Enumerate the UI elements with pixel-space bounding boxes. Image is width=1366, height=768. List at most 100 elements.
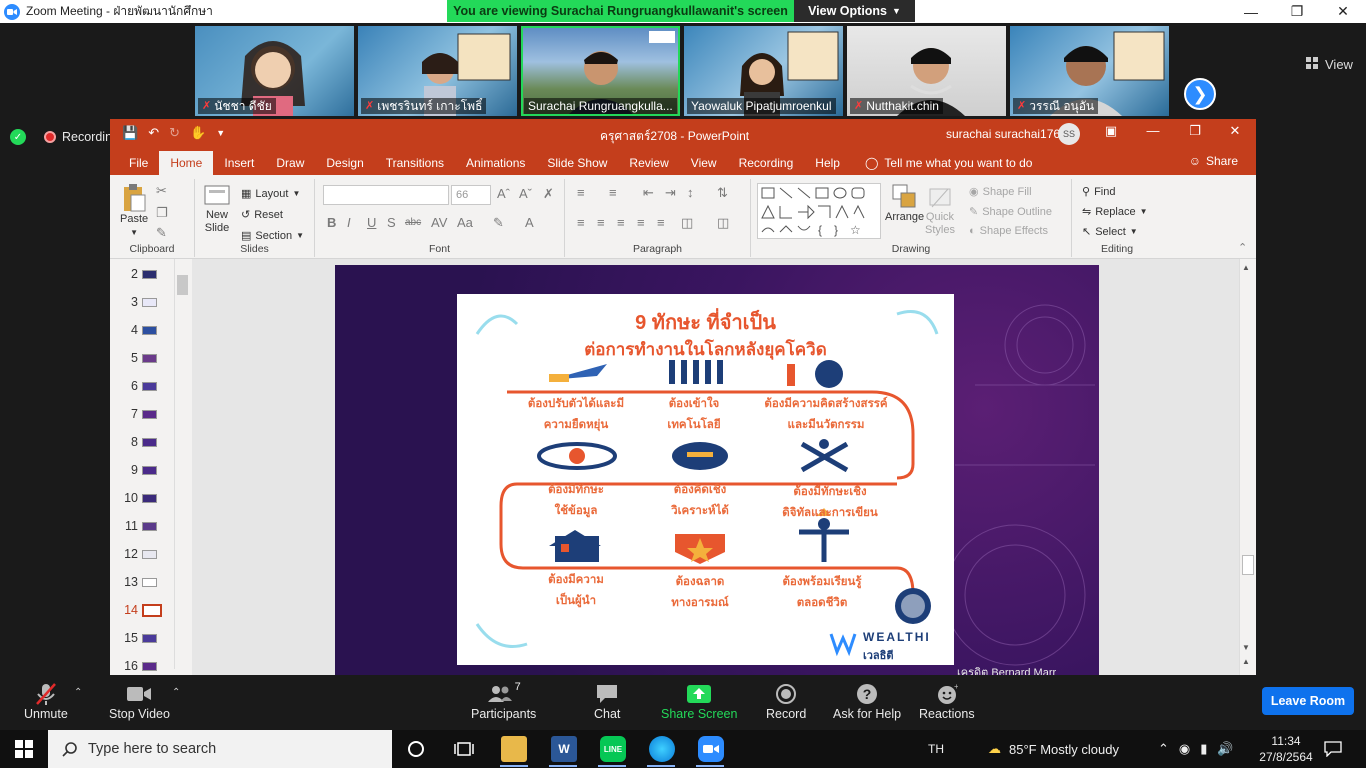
- new-slide-button[interactable]: New Slide: [203, 183, 231, 235]
- tab-file[interactable]: File: [118, 151, 159, 175]
- shape-fill-button[interactable]: ◉ Shape Fill: [969, 185, 1032, 199]
- ppt-minimize-button[interactable]: —: [1138, 123, 1168, 138]
- shadow-icon[interactable]: S: [387, 215, 396, 230]
- arrange-button[interactable]: Arrange: [885, 183, 924, 224]
- taskbar-search-input[interactable]: Type here to search: [48, 730, 392, 768]
- redo-icon[interactable]: ↻: [169, 125, 180, 141]
- close-button[interactable]: ✕: [1320, 0, 1366, 23]
- audio-options-caret-icon[interactable]: ⌃: [74, 687, 82, 698]
- find-button[interactable]: ⚲ Find: [1082, 185, 1115, 199]
- participants-button[interactable]: 7 Participants: [471, 681, 536, 721]
- increase-font-icon[interactable]: Aˆ: [497, 186, 510, 201]
- thumbnail-scroll-thumb[interactable]: [177, 275, 188, 295]
- line-spacing-icon[interactable]: ↕: [687, 185, 694, 200]
- slide-thumbnail[interactable]: [142, 494, 157, 503]
- decrease-font-icon[interactable]: Aˇ: [519, 186, 532, 201]
- word-icon[interactable]: W: [551, 736, 577, 762]
- font-size-input[interactable]: 66: [451, 185, 491, 205]
- slide-thumbnail[interactable]: [142, 410, 157, 419]
- slide-scrollbar[interactable]: ▲ ▼ ▲: [1239, 259, 1256, 675]
- tab-insert[interactable]: Insert: [213, 151, 265, 175]
- battery-icon[interactable]: ▮: [1200, 741, 1207, 757]
- copy-icon[interactable]: ❐: [156, 205, 168, 221]
- shape-outline-button[interactable]: ✎ Shape Outline: [969, 205, 1052, 219]
- reactions-button[interactable]: + Reactions: [919, 681, 975, 721]
- font-name-input[interactable]: [323, 185, 449, 205]
- slide-thumbnail[interactable]: [142, 550, 157, 559]
- thumbnail-scrollbar[interactable]: [174, 259, 190, 669]
- zoom-app-icon[interactable]: [698, 736, 724, 762]
- chat-button[interactable]: Chat: [594, 681, 620, 721]
- decrease-indent-icon[interactable]: ⇤: [643, 185, 654, 201]
- stop-video-button[interactable]: Stop Video: [109, 681, 170, 721]
- line-app-icon[interactable]: LINE: [600, 736, 626, 762]
- format-painter-icon[interactable]: ✎: [156, 225, 167, 241]
- tab-slide-show[interactable]: Slide Show: [536, 151, 618, 175]
- strikethrough-icon[interactable]: abc: [405, 217, 421, 228]
- tab-help[interactable]: Help: [804, 151, 851, 175]
- ppt-restore-button[interactable]: ❐: [1180, 123, 1210, 139]
- customize-qat-icon[interactable]: ▼: [216, 128, 225, 138]
- input-language[interactable]: TH: [928, 730, 944, 768]
- smartart-icon[interactable]: ◫: [717, 215, 729, 231]
- align-right-icon[interactable]: ≡: [617, 215, 625, 230]
- participant-tile[interactable]: Yaowaluk Pipatjumroenkul: [684, 26, 843, 116]
- reset-button[interactable]: ↺ Reset: [241, 208, 283, 222]
- recording-indicator[interactable]: ✓ Recording: [10, 129, 119, 145]
- start-button[interactable]: [0, 730, 48, 768]
- participant-tile[interactable]: ✗ Nutthakit.chin: [847, 26, 1006, 116]
- thai-distribute-icon[interactable]: ≡: [657, 215, 665, 230]
- paste-button[interactable]: Paste ▼: [120, 183, 148, 239]
- ribbon-display-icon[interactable]: ▣: [1096, 123, 1126, 139]
- volume-icon[interactable]: 🔊: [1217, 741, 1233, 757]
- tab-review[interactable]: Review: [618, 151, 679, 175]
- layout-button[interactable]: ▦ Layout ▼: [241, 187, 300, 201]
- font-color-icon[interactable]: A: [525, 215, 534, 230]
- numbering-icon[interactable]: ≡: [609, 185, 617, 200]
- slide-thumbnail[interactable]: [142, 270, 157, 279]
- unmute-button[interactable]: Unmute: [24, 681, 68, 721]
- share-screen-button[interactable]: Share Screen: [661, 681, 737, 721]
- tab-home[interactable]: Home: [159, 151, 214, 175]
- slide-thumbnail[interactable]: [142, 382, 157, 391]
- section-button[interactable]: ▤ Section ▼: [241, 229, 304, 243]
- tab-view[interactable]: View: [680, 151, 728, 175]
- restore-button[interactable]: ❐: [1274, 0, 1320, 23]
- italic-icon[interactable]: I: [347, 215, 351, 230]
- select-button[interactable]: ↖ Select ▼: [1082, 225, 1138, 239]
- tab-transitions[interactable]: Transitions: [375, 151, 455, 175]
- notifications-icon[interactable]: [1324, 730, 1342, 768]
- increase-indent-icon[interactable]: ⇥: [665, 185, 676, 201]
- change-case-icon[interactable]: Aa: [457, 215, 473, 230]
- minimize-button[interactable]: —: [1228, 0, 1274, 23]
- task-view-icon[interactable]: [451, 736, 477, 762]
- highlight-icon[interactable]: ✎: [493, 215, 504, 231]
- justify-icon[interactable]: ≡: [637, 215, 645, 230]
- underline-icon[interactable]: U: [367, 215, 376, 230]
- scroll-down-icon[interactable]: ▼: [1242, 643, 1250, 652]
- undo-icon[interactable]: ↶: [148, 125, 159, 141]
- shapes-gallery[interactable]: {} ☆: [757, 183, 881, 239]
- text-direction-icon[interactable]: ⇅: [717, 185, 728, 201]
- leave-room-button[interactable]: Leave Room: [1262, 687, 1354, 715]
- camera-icon[interactable]: ◉: [1179, 741, 1190, 757]
- bold-icon[interactable]: B: [327, 215, 336, 230]
- character-spacing-icon[interactable]: AV: [431, 215, 447, 230]
- align-center-icon[interactable]: ≡: [597, 215, 605, 230]
- save-icon[interactable]: 💾: [122, 125, 138, 141]
- current-slide[interactable]: 9 ทักษะ ที่จำเป็น ต่อการทำงานในโลกหลังยุ…: [335, 265, 1099, 675]
- video-options-caret-icon[interactable]: ⌃: [172, 687, 180, 698]
- record-button[interactable]: Record: [766, 681, 806, 721]
- columns-icon[interactable]: ◫: [681, 215, 693, 231]
- align-left-icon[interactable]: ≡: [577, 215, 585, 230]
- slide-thumbnail[interactable]: [142, 634, 157, 643]
- bullets-icon[interactable]: ≡: [577, 185, 585, 200]
- slide-scroll-thumb[interactable]: [1242, 555, 1254, 575]
- ask-for-help-button[interactable]: ? Ask for Help: [833, 681, 901, 721]
- slide-thumbnail[interactable]: [142, 298, 157, 307]
- slide-thumbnail[interactable]: [142, 466, 157, 475]
- collapse-ribbon-icon[interactable]: ⌃: [1238, 241, 1247, 254]
- tell-me-search[interactable]: ◯ Tell me what you want to do: [865, 151, 1033, 175]
- view-options-button[interactable]: View Options ▼: [794, 0, 915, 22]
- clear-formatting-icon[interactable]: ✗: [543, 186, 554, 202]
